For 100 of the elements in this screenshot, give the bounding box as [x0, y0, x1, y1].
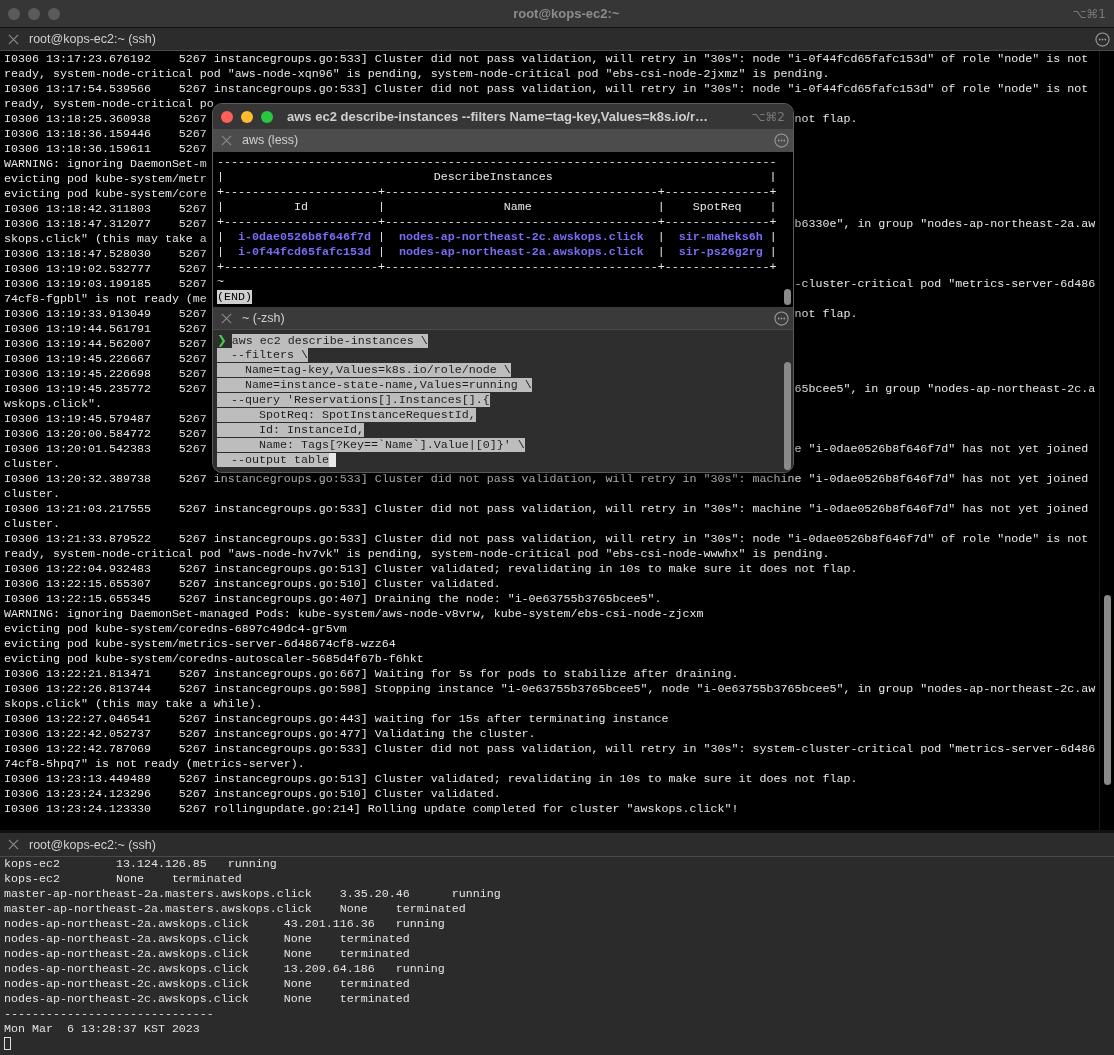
output-line: kops-ec2 None terminated — [4, 872, 243, 887]
log-line: I0306 13:19:45.235772 5267 — [4, 382, 207, 396]
table-border: | — [217, 230, 225, 244]
table-border: | — [768, 230, 777, 244]
table-border: | — [656, 245, 666, 259]
close-icon[interactable] — [221, 134, 232, 146]
output-line: master-ap-northeast-2a.masters.awskops.click None terminated — [4, 902, 467, 917]
log-line: ready, system-node-critical pod "aws-node-xqn96" is pending, system-node-critical pod "ebs-csi-node-2jxmz" is pending. — [4, 67, 830, 81]
zoom-button[interactable] — [261, 110, 273, 123]
table-border: | — [768, 245, 777, 259]
log-line: evicting pod kube-system/metr — [4, 172, 207, 186]
log-line: WARNING: ignoring DaemonSet-managed Pods: kube-system/aws-node-v8vrw, kube-system/ebs-csi-node-zjcxm — [4, 607, 704, 621]
log-line: I0306 13:21:03.217555 5267 instancegroups.go:533] Cluster did not pass validation, will retry in "30s": machine "i-0dae0526b8f646f7d" has not yet joined — [4, 502, 1089, 516]
close-button[interactable] — [221, 110, 233, 123]
close-icon[interactable] — [8, 839, 19, 850]
log-line: I0306 13:19:45.226667 5267 — [4, 352, 207, 366]
window-title: root@kops-ec2:~ — [512, 6, 621, 21]
table-border: | — [656, 230, 666, 244]
log-line: evicting pod kube-system/coredns-autoscaler-5685d4f67b-f6hkt — [4, 652, 424, 666]
close-icon[interactable] — [221, 312, 232, 324]
log-line: ready, system-node-critical po — [4, 97, 214, 111]
log-line: I0306 13:19:45.579487 5267 — [4, 412, 207, 426]
shortcut-label: ⌥⌘1 — [1072, 6, 1107, 21]
table-cell: nodes-ap-northeast-2c.awskops.click — [398, 230, 644, 244]
more-icon[interactable] — [774, 310, 789, 326]
close-icon[interactable] — [8, 33, 19, 45]
log-line: I0306 13:19:44.562007 5267 — [4, 337, 207, 351]
tab-title[interactable]: aws (less) — [242, 133, 774, 147]
table-rule: +----------------------+---------------------------------------+---------------+ — [217, 260, 777, 274]
log-line: I0306 13:22:42.052737 5267 instancegroups.go:477] Validating the cluster. — [4, 727, 536, 741]
log-line: 74cf8-fgpbl" is not ready (me — [4, 292, 207, 306]
log-line: not flap. — [794, 307, 858, 322]
more-icon[interactable] — [1095, 31, 1110, 47]
table-cell: i-0dae0526b8f646f7d — [238, 230, 371, 244]
table-border: | — [376, 245, 386, 259]
output-line: nodes-ap-northeast-2a.awskops.click None terminated — [4, 932, 411, 947]
table-rule: +----------------------+---------------------------------------+---------------+ — [217, 185, 777, 199]
text-cursor — [4, 1037, 11, 1051]
log-line: -cluster-critical pod "metrics-server-6d486 — [794, 277, 1096, 292]
log-line: I0306 13:18:42.311803 5267 — [4, 202, 207, 216]
log-line: I0306 13:18:36.159446 5267 — [4, 127, 207, 141]
log-line: I0306 13:21:33.879522 5267 instancegroups.go:533] Cluster did not pass validation, will retry in "30s": node "i-0dae0526b8f646f7d" of role "node" is not — [4, 532, 1089, 546]
log-line: I0306 13:22:26.813744 5267 instancegroups.go:598] Stopping instance "i-0e63755b3765bcee5", node "i-0e63755b3765bcee5", in group "nodes-ap-northeast-2c.aw — [4, 682, 1096, 696]
scrollbar[interactable] — [1103, 595, 1111, 785]
log-line: I0306 13:22:15.655345 5267 instancegroups.go:407] Draining the node: "i-0e63755b3765bcee5". — [4, 592, 662, 606]
output-line: nodes-ap-northeast-2c.awskops.click None terminated — [4, 992, 411, 1007]
log-line: b6330e", in group "nodes-ap-northeast-2a.aw — [794, 217, 1096, 232]
text-cursor — [328, 453, 336, 467]
output-line: master-ap-northeast-2a.masters.awskops.click 3.35.20.46 running — [4, 887, 502, 902]
log-line: I0306 13:19:44.561791 5267 — [4, 322, 207, 336]
table-cell: nodes-ap-northeast-2a.awskops.click — [398, 245, 644, 259]
log-line: I0306 13:18:36.159611 5267 — [4, 142, 207, 156]
table-header: | Id | Name | SpotReq | — [217, 200, 777, 214]
log-line: I0306 13:20:01.542383 5267 — [4, 442, 207, 456]
log-line: I0306 13:17:54.539566 5267 instancegroups.go:533] Cluster did not pass validation, will retry in "30s": node "i-0f44fcd65fafc153d" of role "node" is not — [4, 82, 1089, 96]
tilde-marker: ~ — [217, 275, 224, 289]
log-line: I0306 13:19:02.532777 5267 — [4, 262, 207, 276]
tab-title[interactable]: ~ (-zsh) — [242, 311, 774, 325]
log-line: 65bcee5", in group "nodes-ap-northeast-2c.a — [794, 382, 1096, 397]
log-line: I0306 13:20:00.584772 5267 — [4, 427, 207, 441]
scrollbar[interactable] — [783, 289, 791, 305]
log-line: I0306 13:17:23.676192 5267 instancegroups.go:533] Cluster did not pass validation, will retry in "30s": node "i-0f44fcd65fafc153d" of role "node" is not — [4, 52, 1089, 66]
log-line: I0306 13:22:27.046541 5267 instancegroups.go:443] waiting for 15s after terminating instance — [4, 712, 669, 726]
log-line: I0306 13:20:32.389738 5267 instancegroups.go:533] Cluster did not pass validation, will retry in "30s": machine "i-0dae0526b8f646f7d" has not yet joined — [4, 472, 1089, 486]
scrollbar[interactable] — [783, 362, 791, 470]
log-line: e "i-0dae0526b8f646f7d" has not yet joined — [794, 442, 1089, 457]
log-line: I0306 13:22:42.787069 5267 instancegroups.go:533] Cluster did not pass validation, will retry in "30s": system-cluster-critical pod "metrics-server-6d486 — [4, 742, 1096, 756]
output-line: nodes-ap-northeast-2c.awskops.click 13.209.64.186 running — [4, 962, 446, 977]
log-line: I0306 13:23:13.449489 5267 instancegroups.go:513] Cluster validated; revalidating in 10s to make sure it does not flap. — [4, 772, 858, 786]
shortcut-label: ⌥⌘2 — [751, 109, 786, 124]
less-status: (END) — [217, 290, 252, 304]
window-title: aws ec2 describe-instances --filters Name=tag-key,Values=k8s.io/r… — [286, 109, 710, 124]
log-line: I0306 13:22:15.655307 5267 instancegroups.go:510] Cluster validated. — [4, 577, 501, 591]
table-rule: +----------------------+---------------------------------------+---------------+ — [217, 215, 777, 229]
table-cell: sir-maheks6h — [678, 230, 763, 244]
output-line: ------------------------------ — [4, 1007, 215, 1022]
log-line: I0306 13:19:03.199185 5267 — [4, 277, 207, 291]
output-line: nodes-ap-northeast-2a.awskops.click None terminated — [4, 947, 411, 962]
log-line: cluster. — [4, 517, 60, 531]
tab-title[interactable]: root@kops-ec2:~ (ssh) — [29, 32, 1095, 46]
log-line: skops.click" (this may take a while). — [4, 697, 263, 711]
minimize-button[interactable] — [241, 110, 253, 123]
log-line: cluster. — [4, 457, 60, 471]
table-cell: sir-ps26g2rg — [678, 245, 763, 259]
log-line: 74cf8-5hpq7" is not ready (metrics-server). — [4, 757, 305, 771]
table-border: | — [217, 245, 225, 259]
output-line: nodes-ap-northeast-2c.awskops.click None terminated — [4, 977, 411, 992]
table-cell: i-0f44fcd65fafc153d — [238, 245, 371, 259]
table-border: | — [376, 230, 386, 244]
log-line: cluster. — [4, 487, 60, 501]
tab-title[interactable]: root@kops-ec2:~ (ssh) — [29, 837, 1114, 852]
log-line: evicting pod kube-system/metrics-server-6d48674cf8-wzz64 — [4, 637, 396, 651]
output-line: Mon Mar 6 13:28:37 KST 2023 — [4, 1022, 201, 1037]
log-line: ready, system-node-critical pod "aws-node-hv7vk" is pending, system-node-critical pod "ebs-csi-node-wwwhx" is pending. — [4, 547, 830, 561]
log-line: not flap. — [794, 112, 858, 127]
prompt-symbol: ❯ — [217, 333, 228, 348]
log-line: evicting pod kube-system/core — [4, 187, 207, 201]
more-icon[interactable] — [774, 132, 789, 148]
output-line: nodes-ap-northeast-2a.awskops.click 43.201.116.36 running — [4, 917, 446, 932]
log-line: I0306 13:18:47.528030 5267 — [4, 247, 207, 261]
